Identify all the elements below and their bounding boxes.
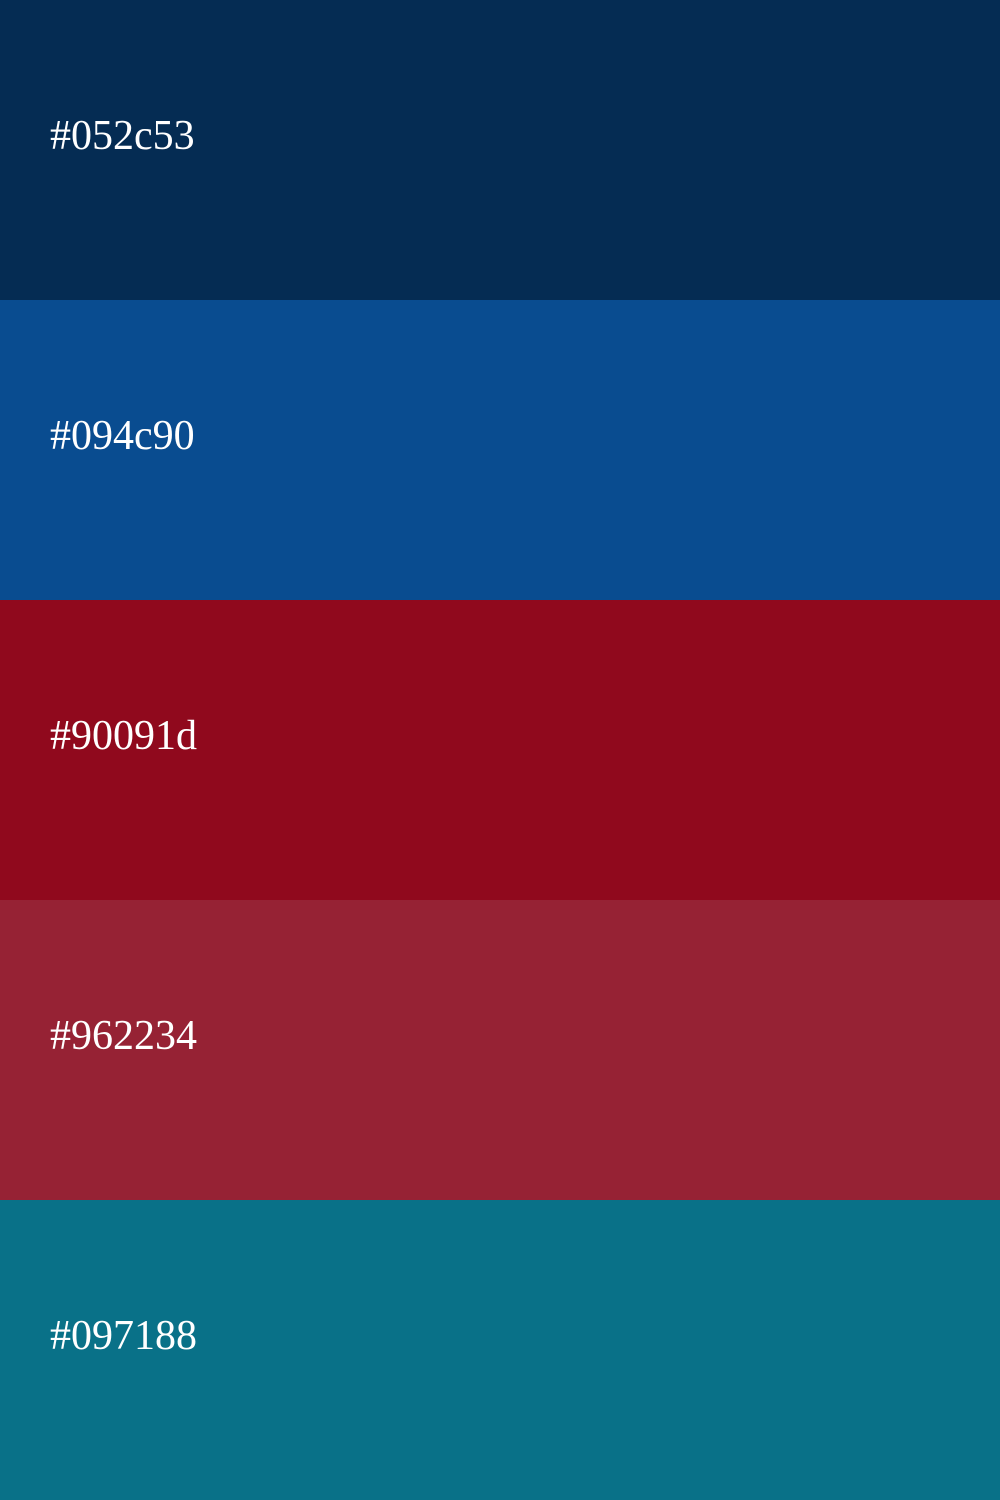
color-swatch: #90091d [0, 600, 1000, 900]
swatch-hex-label: #90091d [50, 713, 197, 759]
swatch-hex-label: #962234 [50, 1013, 197, 1059]
color-palette: #052c53 #094c90 #90091d #962234 #097188 [0, 0, 1000, 1500]
color-swatch: #962234 [0, 900, 1000, 1200]
swatch-hex-label: #052c53 [50, 113, 195, 159]
swatch-hex-label: #097188 [50, 1313, 197, 1359]
color-swatch: #097188 [0, 1200, 1000, 1500]
color-swatch: #052c53 [0, 0, 1000, 300]
color-swatch: #094c90 [0, 300, 1000, 600]
swatch-hex-label: #094c90 [50, 413, 195, 459]
